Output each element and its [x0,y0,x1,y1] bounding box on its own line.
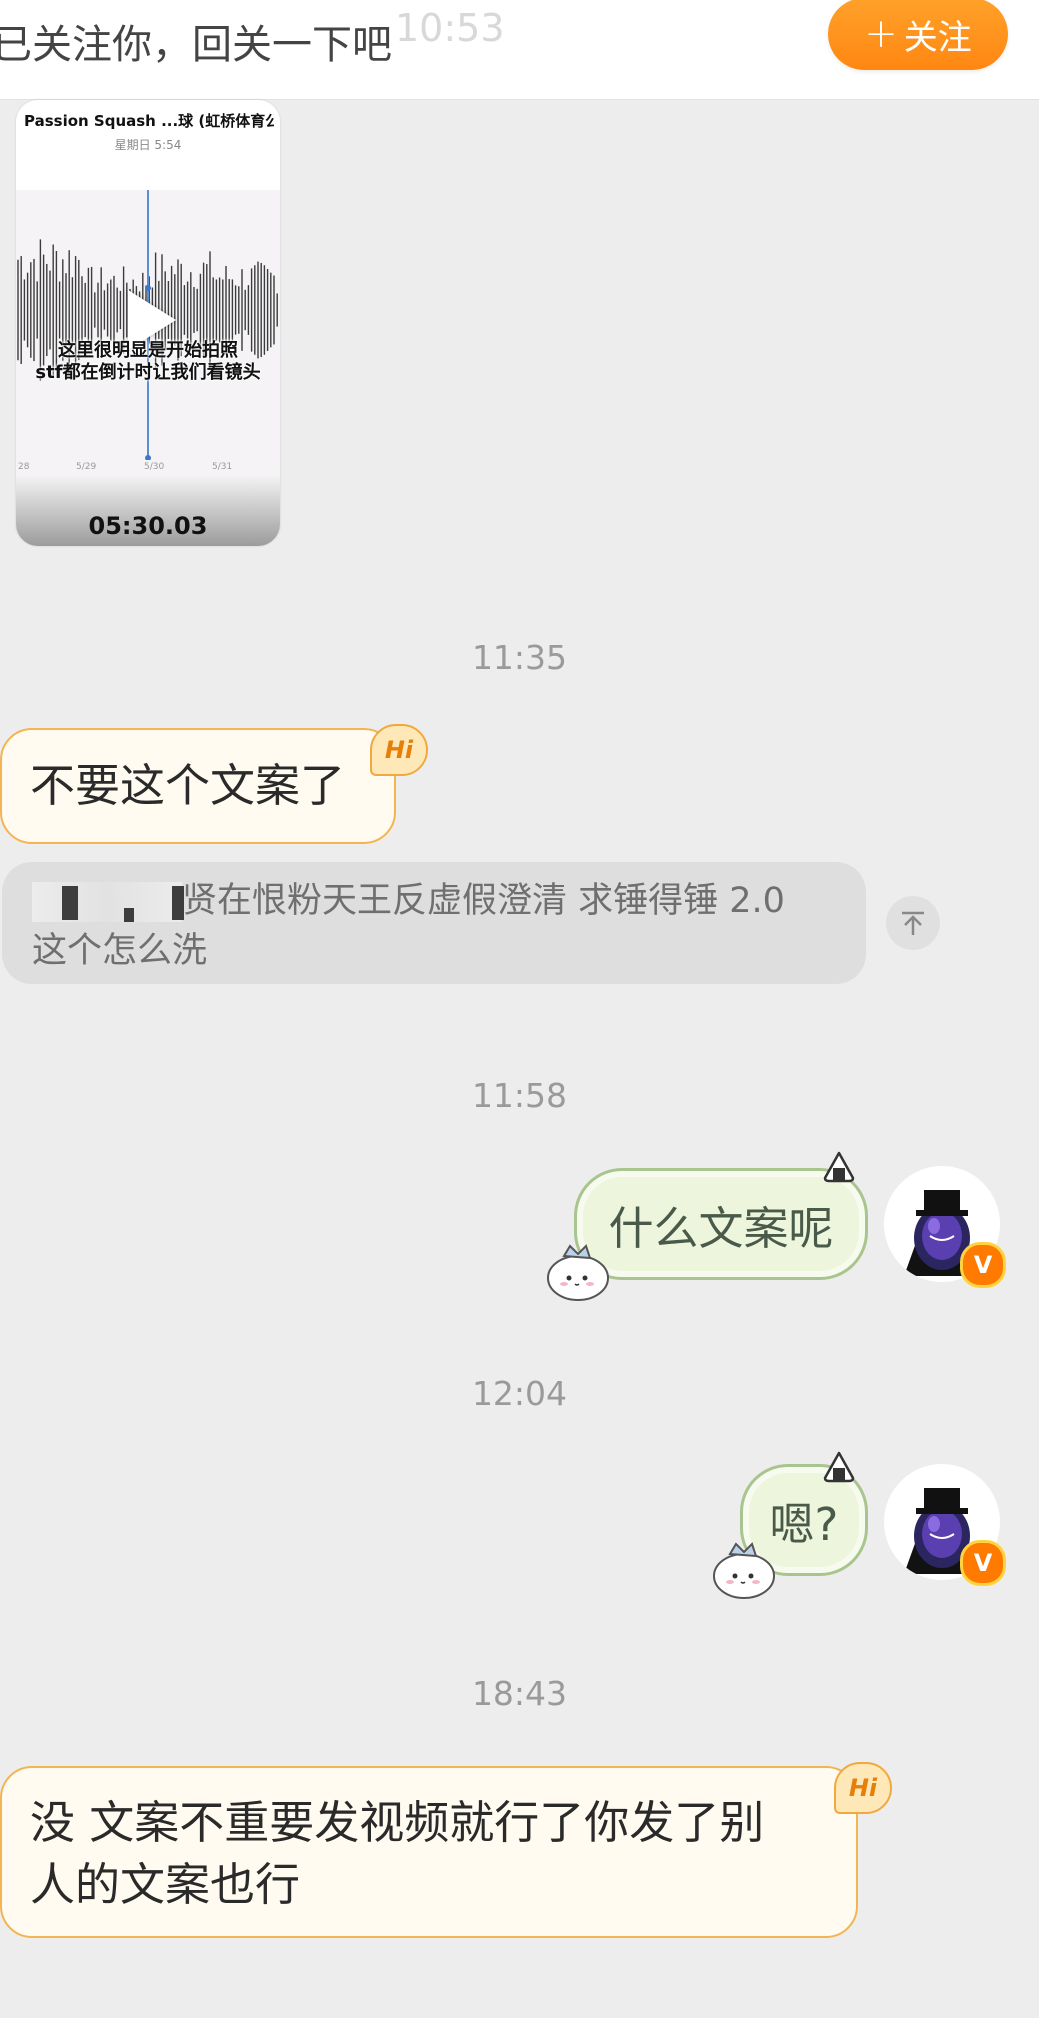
timeline-tick: 5/30 [144,462,165,472]
follow-button[interactable]: + 关注 [828,0,1008,70]
timeline-tick: 5/31 [212,462,233,472]
incoming-message[interactable]: 没 文案不重要发视频就行了你发了别 人的文案也行 [0,1766,858,1938]
video-caption: 这里很明显是开始拍照 stf都在倒计时让我们看镜头 [16,340,280,384]
quoted-message[interactable]: 贤在恨粉天王反虚假澄清 求锤得锤 2.0 这个怎么洗 [2,862,866,984]
video-duration: 05:30.03 [88,512,208,540]
timestamp: 12:04 [471,1374,568,1413]
timeline-tick: 28 [18,462,30,472]
outgoing-message[interactable]: 什么文案呢 [574,1168,868,1280]
bunny-sticker-icon [713,1542,775,1599]
incoming-message[interactable]: 不要这个文案了 [0,728,396,844]
follow-button-label: 关注 [903,17,972,58]
quote-line2: 这个怎么洗 [32,931,208,971]
hi-badge: Hi [370,724,428,776]
timeline-tick: 5/29 [76,462,97,472]
incoming-message-line2: 人的文案也行 [30,1858,301,1911]
timestamp: 11:58 [471,1076,568,1115]
verified-badge: V [960,1242,1006,1288]
video-message[interactable]: Passion Squash ...球 (虹桥体育公园店) 星期日 5:54 这… [16,100,280,546]
incoming-message-line1: 没 文案不重要发视频就行了你发了别 [30,1796,765,1849]
quote-line1-text: 贤在恨粉天王反虚假澄清 求锤得锤 2.0 [182,881,785,921]
timestamp: 11:35 [471,638,568,677]
plus-icon: + [864,11,898,57]
timestamp: 18:43 [471,1674,568,1713]
follow-back-notice: 已关注你，回关一下吧 [0,22,392,68]
video-header: Passion Squash ...球 (虹桥体育公园店) 星期日 5:54 [16,100,280,190]
rice-ball-icon [823,1151,855,1183]
top-notice-bar: 已关注你，回关一下吧 10:53 + 关注 [0,0,1039,100]
outgoing-message-text: 什么文案呢 [608,1201,834,1255]
video-caption-line1: 这里很明显是开始拍照 [58,340,238,361]
status-time-ghost: 10:53 [395,6,505,50]
quote-line1: 贤在恨粉天王反虚假澄清 求锤得锤 2.0 [32,876,836,926]
video-subtitle: 星期日 5:54 [114,138,182,152]
rice-ball-icon [823,1451,855,1483]
video-title: Passion Squash ...球 (虹桥体育公园店) [24,112,274,130]
hi-badge: Hi [834,1762,892,1814]
jump-to-top-icon[interactable] [886,896,940,950]
verified-badge: V [960,1540,1006,1586]
redacted-name [32,882,184,922]
bunny-sticker-icon [547,1244,609,1301]
video-caption-line2: stf都在倒计时让我们看镜头 [35,362,261,383]
